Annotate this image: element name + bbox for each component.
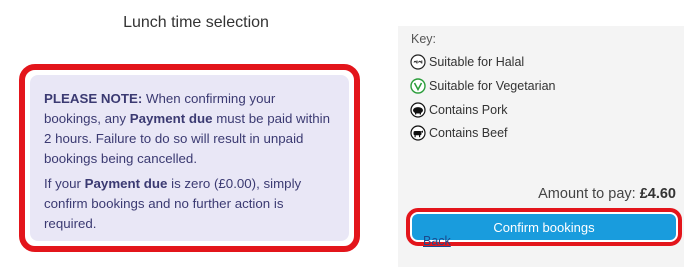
notice-highlight: PLEASE NOTE: When confirming your bookin… (19, 64, 360, 252)
key-item-vegetarian: Suitable for Vegetarian (410, 77, 555, 95)
key-item-halal: Suitable for Halal (410, 53, 524, 71)
key-item-label: Suitable for Vegetarian (429, 79, 556, 93)
payment-due-term: Payment due (129, 111, 213, 126)
booking-summary-panel: Key: Suitable for Halal Suitable for Veg… (398, 26, 684, 267)
key-item-beef: Contains Beef (410, 124, 508, 142)
key-item-label: Contains Beef (429, 126, 508, 140)
amount-to-pay: Amount to pay: £4.60 (538, 186, 676, 202)
notice-heading: PLEASE NOTE: (44, 91, 143, 106)
key-item-pork: Contains Pork (410, 101, 508, 119)
lunch-time-title: Lunch time selection (123, 14, 269, 31)
payment-notice: PLEASE NOTE: When confirming your bookin… (30, 75, 349, 241)
confirm-bookings-button[interactable]: Confirm bookings (412, 214, 676, 240)
lunch-selection-panel: Lunch time selection PLEASE NOTE: When c… (0, 0, 392, 267)
key-item-label: Contains Pork (429, 103, 508, 117)
amount-value: £4.60 (639, 186, 676, 202)
pork-icon (410, 102, 426, 118)
vegetarian-icon (410, 78, 426, 94)
beef-icon (410, 125, 426, 141)
halal-icon (410, 54, 426, 70)
back-link[interactable]: Back (423, 234, 451, 248)
key-item-label: Suitable for Halal (429, 55, 525, 69)
notice-paragraph-2: If your Payment due is zero (£0.00), sim… (44, 174, 335, 234)
payment-due-term: Payment due (84, 176, 168, 191)
key-title: Key: (411, 32, 437, 46)
notice-paragraph-1: PLEASE NOTE: When confirming your bookin… (44, 89, 335, 169)
amount-label: Amount to pay: (538, 186, 640, 202)
notice-text: If your (44, 176, 85, 191)
